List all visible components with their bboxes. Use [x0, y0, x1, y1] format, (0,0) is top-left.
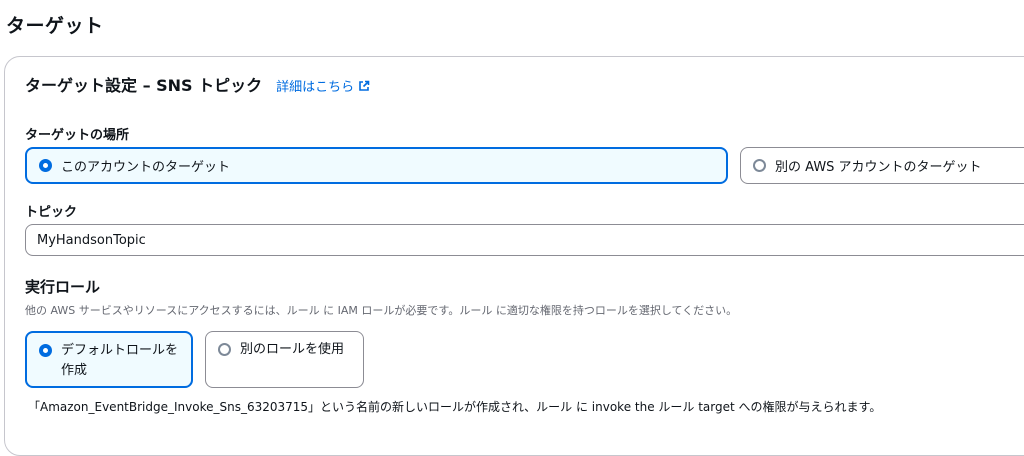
card-title: ターゲット設定 – SNS トピック	[25, 76, 263, 95]
page-title: ターゲット	[6, 15, 104, 37]
target-location-other-account[interactable]: 別の AWS アカウントのターゲット	[740, 147, 1024, 184]
topic-input[interactable]	[25, 224, 1024, 256]
create-default-role-option[interactable]: デフォルトロールを作成	[25, 331, 193, 388]
execution-role-label: 実行ロール	[25, 278, 101, 296]
external-link-icon	[359, 80, 370, 91]
option-label: 別のロールを使用	[240, 342, 345, 357]
option-label: 別の AWS アカウントのターゲット	[775, 160, 982, 175]
card-header: ターゲット設定 – SNS トピック 詳細はこちら	[25, 72, 370, 96]
option-label: デフォルトロールを作成	[61, 343, 179, 378]
radio-unselected-icon	[753, 159, 766, 172]
radio-unselected-icon	[218, 343, 231, 356]
target-settings-card	[4, 56, 1024, 456]
option-label: このアカウントのターゲット	[61, 160, 231, 175]
use-existing-role-option[interactable]: 別のロールを使用	[205, 331, 364, 388]
info-link[interactable]: 詳細はこちら	[276, 76, 370, 95]
target-location-this-account[interactable]: このアカウントのターゲット	[25, 147, 728, 184]
radio-selected-icon	[39, 344, 52, 357]
role-creation-note: 「Amazon_EventBridge_Invoke_Sns_63203715」…	[28, 400, 882, 414]
target-location-label: ターゲットの場所	[25, 128, 130, 143]
radio-selected-icon	[39, 159, 52, 172]
topic-label: トピック	[25, 205, 78, 220]
info-link-label: 詳細はこちら	[276, 80, 355, 95]
execution-role-description: 他の AWS サービスやリソースにアクセスするには、ルール に IAM ロールが…	[25, 304, 738, 317]
